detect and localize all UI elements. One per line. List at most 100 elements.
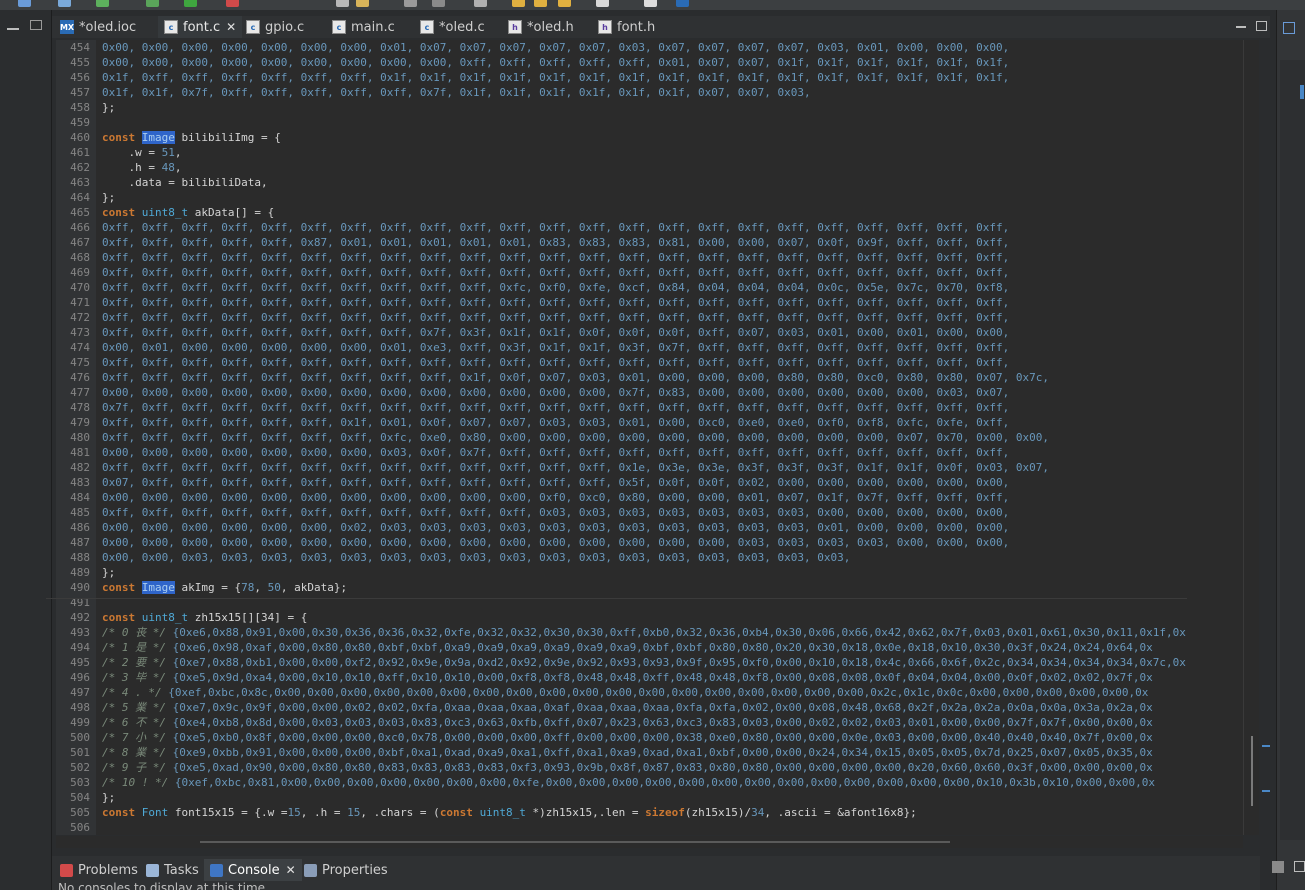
- next-annotation-icon[interactable]: [534, 0, 547, 7]
- code-line: /* 4 . */ {0xef,0xbc,0x8c,0x00,0x00,0x00…: [102, 685, 1148, 700]
- tab-label: Problems: [78, 862, 138, 878]
- tab-font-c[interactable]: c font.c ✕: [158, 16, 242, 38]
- code-line: 0x1f, 0xff, 0xff, 0xff, 0xff, 0xff, 0xff…: [102, 71, 1010, 84]
- line-number: 465: [70, 206, 90, 219]
- code-line: /* 6 不 */ {0xe4,0xb8,0x8d,0x00,0x03,0x03…: [102, 715, 1153, 730]
- code-line: 0xff, 0xff, 0xff, 0xff, 0xff, 0xff, 0xff…: [102, 266, 1010, 279]
- line-number: 505: [70, 806, 90, 819]
- code-line: /* 3 毕 */ {0xe5,0x9d,0xa4,0x00,0x10,0x10…: [102, 670, 1153, 685]
- overview-ruler-mark[interactable]: [1262, 745, 1270, 747]
- tab-console[interactable]: Console ✕: [204, 859, 302, 881]
- code-line: };: [102, 191, 116, 204]
- minimize-editor-icon[interactable]: [1236, 26, 1246, 28]
- scroll-thumb[interactable]: [1251, 736, 1253, 806]
- line-number: 486: [70, 521, 90, 534]
- info-icon[interactable]: [676, 0, 689, 7]
- c-file-icon: c: [332, 20, 346, 34]
- type-name-highlighted[interactable]: Image: [141, 581, 175, 594]
- tab-problems[interactable]: Problems: [60, 859, 138, 881]
- prev-annotation-icon[interactable]: [512, 0, 525, 7]
- tab-gpio-c[interactable]: c gpio.c: [246, 16, 326, 38]
- brush-icon[interactable]: [356, 0, 369, 7]
- line-number: 483: [70, 476, 90, 489]
- comment: /* 6 不 */: [102, 716, 166, 729]
- line-number: 471: [70, 296, 90, 309]
- outline-marker-icon[interactable]: [1300, 85, 1304, 99]
- tab-oled-ioc[interactable]: MX *oled.ioc: [60, 16, 156, 38]
- h-file-icon: h: [598, 20, 612, 34]
- code-line: };: [102, 566, 116, 579]
- forward-icon[interactable]: [596, 0, 609, 7]
- comment: /* 9 子 */: [102, 761, 166, 774]
- code-line: 0x00, 0x00, 0x00, 0x00, 0x00, 0x00, 0x00…: [102, 386, 1010, 399]
- run-icon[interactable]: [184, 0, 197, 7]
- code-line: 0x07, 0xff, 0xff, 0xff, 0xff, 0xff, 0xff…: [102, 476, 1010, 489]
- code-editor[interactable]: 454 455 456 457 458 459 460 461 462 463 …: [56, 40, 1243, 835]
- code-line: 0xff, 0xff, 0xff, 0xff, 0xff, 0xff, 0xff…: [102, 281, 1010, 294]
- overview-ruler-mark[interactable]: [1262, 790, 1270, 792]
- code-text: , .chars = (: [360, 806, 440, 819]
- keyword: const: [102, 131, 136, 144]
- maximize-icon[interactable]: [30, 20, 42, 30]
- code-line: const Image bilibiliImg = {: [102, 130, 281, 145]
- number: 50: [267, 581, 281, 594]
- comment: /* 3 毕 */: [102, 671, 166, 684]
- keyword: const: [102, 581, 136, 594]
- code-text: *)zh15x15,.len =: [525, 806, 646, 819]
- tab-tasks[interactable]: Tasks: [146, 859, 199, 881]
- build-icon[interactable]: [96, 0, 109, 7]
- save-icon[interactable]: [58, 0, 71, 7]
- scroll-thumb[interactable]: [200, 841, 950, 843]
- line-number: 490: [70, 581, 90, 594]
- code-line: 0xff, 0xff, 0xff, 0xff, 0xff, 0xff, 0xff…: [102, 371, 1050, 384]
- tab-label: *oled.ioc: [79, 19, 137, 35]
- c-file-icon: c: [164, 20, 178, 34]
- code-text: akImg = {: [174, 581, 242, 594]
- tab-font-h[interactable]: h font.h: [598, 16, 678, 38]
- line-number: 482: [70, 461, 90, 474]
- hex-values: {0xe4,0xb8,0x8d,0x00,0x03,0x03,0x03,0x83…: [165, 716, 1153, 729]
- tab-label: Properties: [322, 862, 388, 878]
- minimize-icon[interactable]: [7, 22, 19, 30]
- maximize-panel-icon[interactable]: [1294, 861, 1305, 872]
- task-icon[interactable]: [644, 0, 657, 7]
- close-icon[interactable]: ✕: [286, 863, 296, 877]
- back-icon[interactable]: [558, 0, 571, 7]
- tab-label: font.c: [183, 19, 221, 35]
- wrench-icon[interactable]: [336, 0, 349, 7]
- close-icon[interactable]: ✕: [226, 20, 236, 34]
- hex-values: {0xef,0xbc,0x81,0x00,0x00,0x00,0x00,0x00…: [168, 776, 1155, 789]
- maximize-editor-icon[interactable]: [1256, 21, 1267, 31]
- code-area[interactable]: 0x00, 0x00, 0x00, 0x00, 0x00, 0x00, 0x00…: [102, 40, 1243, 835]
- code-line: 0x00, 0x00, 0x00, 0x00, 0x00, 0x00, 0x00…: [102, 41, 1010, 54]
- pin-icon[interactable]: [474, 0, 487, 7]
- horizontal-scrollbar[interactable]: [56, 836, 1243, 848]
- debug-icon[interactable]: [146, 0, 159, 7]
- external-tools-icon[interactable]: [226, 0, 239, 7]
- left-trim-stack: [0, 10, 52, 890]
- tab-properties[interactable]: Properties: [304, 859, 388, 881]
- code-line: /* 5 業 */ {0xe7,0x9c,0x9f,0x00,0x00,0x02…: [102, 700, 1153, 715]
- new-icon[interactable]: [18, 0, 31, 7]
- tab-oled-h[interactable]: h *oled.h: [508, 16, 592, 38]
- outline-icon[interactable]: [1283, 22, 1295, 34]
- line-number: 464: [70, 191, 90, 204]
- line-number: 487: [70, 536, 90, 549]
- keyword: const: [102, 611, 136, 624]
- code-line: 0x00, 0x01, 0x00, 0x00, 0x00, 0x00, 0x00…: [102, 341, 1010, 354]
- open-console-icon[interactable]: [1272, 861, 1284, 873]
- code-text: ,: [254, 581, 268, 594]
- grid-icon[interactable]: [432, 0, 445, 7]
- code-text: akData[] = {: [188, 206, 275, 219]
- line-number: 493: [70, 626, 90, 639]
- line-number: 459: [70, 116, 90, 129]
- code-text: , akData};: [280, 581, 348, 594]
- vertical-scrollbar[interactable]: [1243, 40, 1259, 835]
- tab-oled-c[interactable]: c *oled.c: [420, 16, 504, 38]
- code-line: 0xff, 0xff, 0xff, 0xff, 0xff, 0xff, 0xff…: [102, 461, 1050, 474]
- code-text: ,: [174, 146, 182, 159]
- pilcrow-icon[interactable]: [404, 0, 417, 7]
- type-name-highlighted[interactable]: Image: [141, 131, 175, 144]
- tab-main-c[interactable]: c main.c: [332, 16, 412, 38]
- keyword: const: [102, 806, 136, 819]
